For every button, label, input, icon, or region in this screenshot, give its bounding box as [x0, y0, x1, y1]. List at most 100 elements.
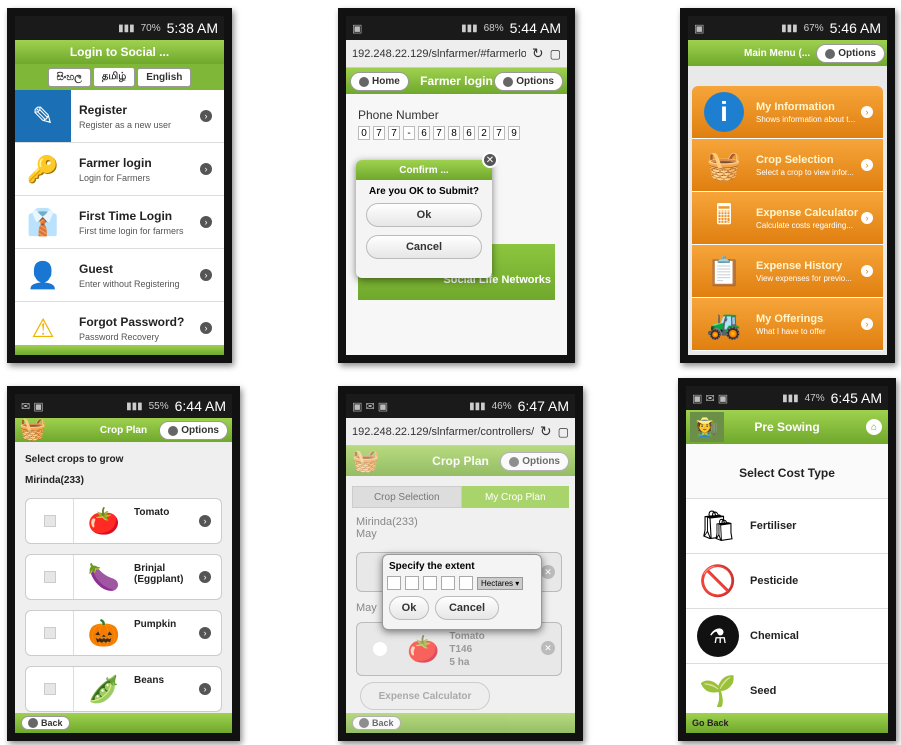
dialog-question: Are you OK to Submit?: [369, 186, 479, 197]
go-back-button[interactable]: Go Back: [692, 718, 729, 728]
remove-icon[interactable]: ✕: [541, 565, 555, 579]
reload-icon[interactable]: ↻: [540, 423, 552, 440]
crop-checkbox[interactable]: [26, 499, 74, 543]
close-icon[interactable]: ✕: [482, 152, 498, 168]
extent-digit-field[interactable]: [441, 576, 455, 590]
tomato-icon: 🍅: [87, 505, 121, 536]
tab-crop-selection[interactable]: Crop Selection: [352, 486, 462, 508]
back-label: Back: [372, 718, 394, 728]
expense-calculator-button[interactable]: Expense Calculator: [360, 682, 490, 710]
footer-bar: Back: [15, 713, 232, 733]
tabs-icon[interactable]: ▢: [550, 47, 561, 61]
crop-checkbox[interactable]: [26, 611, 74, 655]
calculator-icon: 🖩: [715, 199, 733, 230]
ok-button[interactable]: Ok: [389, 596, 429, 620]
item-title: First Time Login: [79, 208, 173, 223]
menu-item-my-information[interactable]: i My Information Shows information about …: [692, 86, 883, 139]
farmer-name: Mirinda(233): [25, 475, 84, 486]
home-label: Home: [372, 76, 400, 87]
clock: 5:44 AM: [509, 20, 561, 36]
cost-item-fertiliser[interactable]: 🛍 Fertiliser: [686, 499, 888, 554]
confirm-dialog: Confirm ... ✕ Are you OK to Submit? Ok C…: [356, 152, 498, 278]
extent-digit-field[interactable]: [387, 576, 401, 590]
lang-tamil-button[interactable]: தமிழ்: [92, 67, 136, 87]
page-title: Crop Plan: [99, 424, 148, 436]
cost-item-pesticide[interactable]: 🚫 Pesticide: [686, 554, 888, 609]
footer-bar: Go Back: [686, 713, 888, 733]
menu-item-my-offerings[interactable]: 🚜 My Offerings What I have to offer ›: [692, 298, 883, 351]
status-bar: ✉ ▣ ▮▮▮ 55% 6:44 AM: [15, 394, 232, 418]
menu-item-expense-calculator[interactable]: 🖩 Expense Calculator Calculate costs rega…: [692, 192, 883, 245]
chevron-right-icon: ›: [199, 683, 211, 695]
list-item-register[interactable]: ✎ Register Register as a new user ›: [15, 90, 224, 143]
title-text: Login to Social ...: [69, 45, 170, 59]
phone-crop-plan-screen: ✉ ▣ ▮▮▮ 55% 6:44 AM 🧺 Crop Plan Options …: [7, 386, 240, 741]
back-button[interactable]: Back: [21, 716, 70, 730]
back-button[interactable]: Back: [352, 716, 401, 730]
cost-item-chemical[interactable]: ⚗ Chemical: [686, 609, 888, 664]
item-subtitle: Enter without Registering: [79, 278, 180, 289]
chevron-right-icon: ›: [199, 571, 211, 583]
screen: ✉ ▣ ▮▮▮ 55% 6:44 AM 🧺 Crop Plan Options …: [15, 394, 232, 733]
tabs-icon[interactable]: ▢: [558, 425, 569, 439]
login-options-list: ✎ Register Register as a new user › 🔑 Far…: [15, 90, 224, 355]
options-button[interactable]: Options: [816, 44, 885, 63]
unit-select[interactable]: Hectares ▾: [477, 576, 524, 590]
chevron-right-icon: ›: [199, 515, 211, 527]
list-item-first-time-login[interactable]: 👔 First Time Login First time login for f…: [15, 196, 224, 249]
options-button[interactable]: Options: [500, 452, 569, 471]
item-subtitle: Register as a new user: [79, 119, 172, 130]
home-icon[interactable]: ⌂: [866, 419, 882, 435]
remove-icon[interactable]: ✕: [541, 641, 555, 655]
cancel-button[interactable]: Cancel: [435, 596, 499, 620]
cost-item-seed[interactable]: 🌱 Seed: [686, 664, 888, 719]
back-arrow-icon: [28, 718, 38, 728]
options-button[interactable]: Options: [494, 72, 563, 91]
browser-url-bar[interactable]: 192.248.22.129/slnfarmer/controllers/ ↻ …: [346, 418, 575, 446]
chevron-right-icon: ›: [200, 269, 212, 281]
reload-icon[interactable]: ↻: [532, 45, 544, 62]
crop-row-beans[interactable]: 🫛 Beans ›: [25, 666, 222, 712]
phone-number-label: Phone Number: [358, 108, 439, 122]
crop-checkbox[interactable]: [26, 667, 74, 711]
crop-plan-row-tomato[interactable]: 🍅 Tomato T146 5 ha ✕: [356, 622, 562, 676]
phone-pre-sowing-screen: ▣ ✉ ▣ ▮▮▮ 47% 6:45 AM 🧑‍🌾 Pre Sowing ⌂ S…: [678, 378, 896, 741]
chevron-right-icon: ›: [200, 216, 212, 228]
home-button[interactable]: Home: [350, 72, 409, 91]
select-radio[interactable]: [373, 642, 387, 656]
tab-my-crop-plan[interactable]: My Crop Plan: [461, 486, 569, 508]
cancel-button[interactable]: Cancel: [366, 235, 482, 259]
list-item-farmer-login[interactable]: 🔑 Farmer login Login for Farmers ›: [15, 143, 224, 196]
crop-name: Tomato: [449, 630, 485, 642]
crop-row-brinjal[interactable]: 🍆 Brinjal (Eggplant) ›: [25, 554, 222, 600]
mail-notification-icon: ▣ ✉ ▣: [692, 392, 729, 405]
extent-digit-field[interactable]: [459, 576, 473, 590]
crop-checkbox[interactable]: [26, 555, 74, 599]
options-button[interactable]: Options: [159, 421, 228, 440]
header-bar: 🧺 Crop Plan Options: [346, 446, 575, 476]
lang-sinhala-button[interactable]: සිංහල: [47, 67, 91, 87]
phone-number-input[interactable]: 077-6786279: [358, 126, 555, 140]
item-subtitle: First time login for farmers: [79, 225, 184, 236]
menu-item-expense-history[interactable]: 📋 Expense History View expenses for previ…: [692, 245, 883, 298]
no-bug-icon: 🚫: [699, 564, 737, 598]
chevron-right-icon: ›: [861, 159, 873, 171]
extent-digit-field[interactable]: [405, 576, 419, 590]
crop-row-pumpkin[interactable]: 🎃 Pumpkin ›: [25, 610, 222, 656]
lang-english-button[interactable]: English: [137, 67, 192, 87]
businessman-icon: 👔: [26, 206, 60, 237]
list-item-guest[interactable]: 👤 Guest Enter without Registering ›: [15, 249, 224, 302]
item-subtitle: What I have to offer: [756, 326, 826, 336]
menu-item-crop-selection[interactable]: 🧺 Crop Selection Select a crop to view in…: [692, 139, 883, 192]
crop-row-tomato[interactable]: 🍅 Tomato ›: [25, 498, 222, 544]
ok-button[interactable]: Ok: [366, 203, 482, 227]
phone-digit: -: [403, 126, 415, 140]
options-label: Options: [838, 48, 876, 59]
extent-digit-field[interactable]: [423, 576, 437, 590]
browser-url-bar[interactable]: 192.248.22.129/slnfarmer/#farmerlog ↻ ▢: [346, 40, 567, 68]
screen: ▣ ▮▮▮ 68% 5:44 AM 192.248.22.129/slnfarm…: [346, 16, 567, 355]
item-subtitle: Select a crop to view infor...: [756, 167, 854, 177]
crop-extent: 5 ha: [449, 656, 470, 668]
status-bar: ▣ ✉ ▣ ▮▮▮ 46% 6:47 AM: [346, 394, 575, 418]
item-title: My Offerings: [756, 312, 824, 325]
